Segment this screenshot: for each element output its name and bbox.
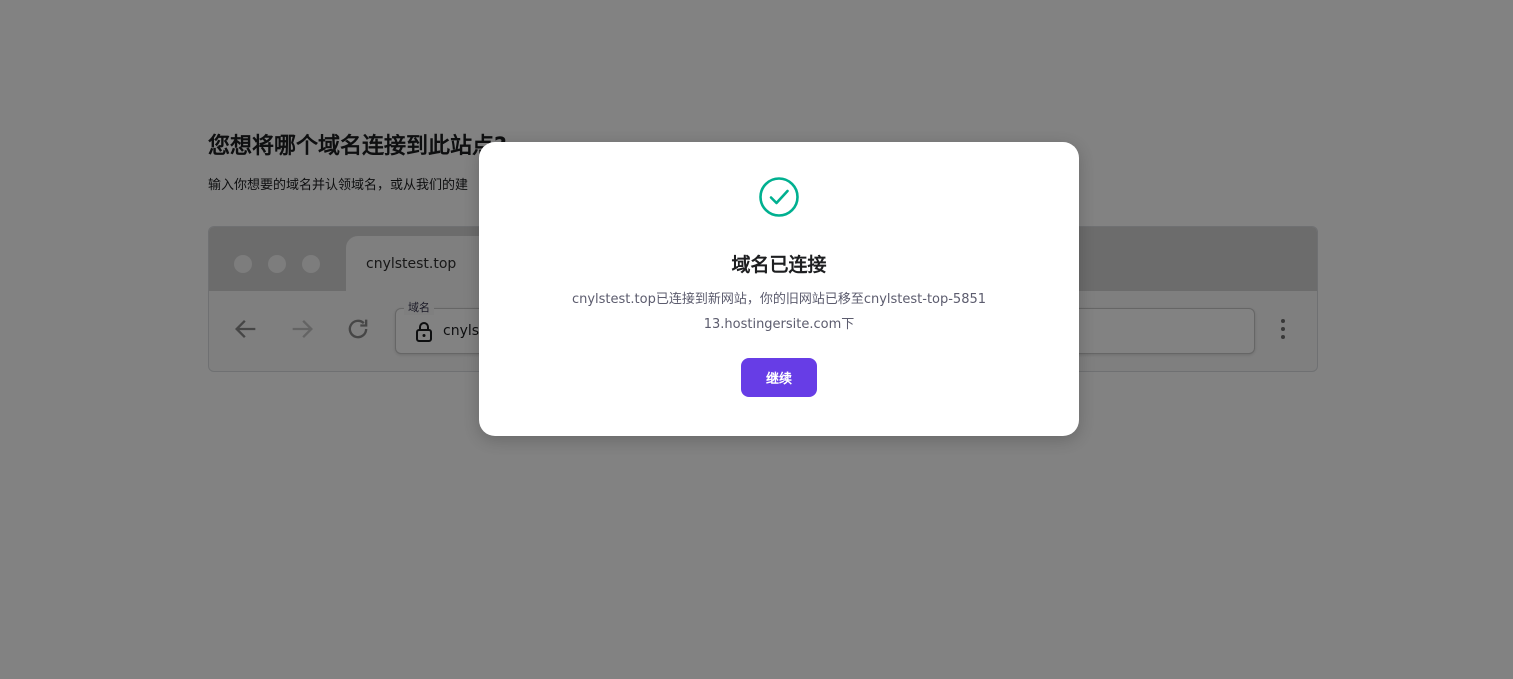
dialog-title: 域名已连接 <box>731 254 827 276</box>
domain-connected-dialog: 域名已连接 cnylstest.top已连接到新网站，你的旧网站已移至cnyls… <box>479 142 1079 436</box>
check-circle-icon <box>758 176 800 218</box>
dialog-message: cnylstest.top已连接到新网站，你的旧网站已移至cnylstest-t… <box>571 292 987 332</box>
continue-button[interactable]: 继续 <box>741 358 817 397</box>
page: 您想将哪个域名连接到此站点? 输入你想要的域名并认领域名，或从我们的建 cnyl… <box>0 0 1513 679</box>
